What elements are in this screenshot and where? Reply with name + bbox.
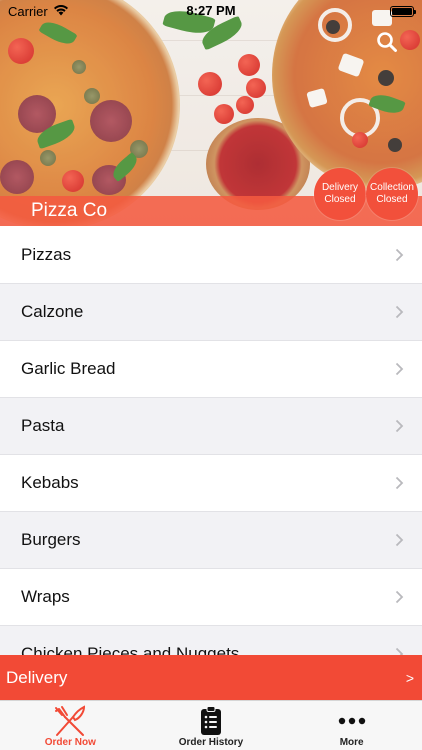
fork-knife-icon xyxy=(53,705,87,737)
category-row-wraps[interactable]: Wraps xyxy=(0,569,422,626)
collection-status-line2: Closed xyxy=(376,194,408,205)
delivery-status-badge: Delivery Closed xyxy=(314,168,366,220)
category-label: Wraps xyxy=(21,587,70,606)
collection-status-badge: Collection Closed xyxy=(366,168,418,220)
chevron-right-icon xyxy=(392,305,406,319)
tab-label: Order Now xyxy=(44,737,96,748)
restaurant-name: Pizza Co xyxy=(31,200,108,221)
clipboard-list-icon xyxy=(200,705,222,737)
wifi-icon xyxy=(53,4,69,19)
category-label: Pasta xyxy=(21,416,65,435)
chevron-right-icon xyxy=(392,590,406,604)
category-label: Pizzas xyxy=(21,245,72,264)
tab-order-now[interactable]: Order Now xyxy=(0,701,141,750)
more-dots-icon xyxy=(338,705,366,737)
category-row-kebabs[interactable]: Kebabs xyxy=(0,455,422,512)
chevron-right-icon xyxy=(392,419,406,433)
status-bar: Carrier xyxy=(0,0,422,22)
delivery-mode-bar[interactable]: Delivery > xyxy=(0,655,422,700)
carrier-label: Carrier xyxy=(8,3,48,19)
category-label: Chicken Pieces and Nuggets xyxy=(21,644,240,655)
category-label: Burgers xyxy=(21,530,81,549)
chevron-right-icon xyxy=(392,647,406,655)
collection-status-line1: Collection xyxy=(370,182,414,193)
category-label: Garlic Bread xyxy=(21,359,116,378)
delivery-status-line2: Closed xyxy=(324,194,356,205)
category-row-calzone[interactable]: Calzone xyxy=(0,284,422,341)
delivery-mode-label: Delivery xyxy=(6,667,68,687)
category-row-chicken-pieces[interactable]: Chicken Pieces and Nuggets xyxy=(0,626,422,655)
chevron-right-icon xyxy=(392,248,406,262)
chevron-right-icon xyxy=(392,533,406,547)
search-icon xyxy=(376,31,398,58)
chevron-right-icon xyxy=(392,362,406,376)
category-row-burgers[interactable]: Burgers xyxy=(0,512,422,569)
chevron-right-icon xyxy=(392,476,406,490)
search-button[interactable] xyxy=(373,30,401,58)
tab-more[interactable]: More xyxy=(281,701,422,750)
arrow-right-icon: > xyxy=(405,669,414,686)
tab-label: More xyxy=(339,737,364,748)
tab-order-history[interactable]: Order History xyxy=(141,701,282,750)
category-label: Kebabs xyxy=(21,473,79,492)
category-list: Pizzas Calzone Garlic Bread Pasta Kebabs… xyxy=(0,227,422,655)
category-label: Calzone xyxy=(21,302,84,321)
tab-bar: Order Now Order History More xyxy=(0,700,422,750)
category-row-pasta[interactable]: Pasta xyxy=(0,398,422,455)
battery-icon xyxy=(390,5,416,17)
tab-label: Order History xyxy=(178,737,244,748)
category-row-pizzas[interactable]: Pizzas xyxy=(0,227,422,284)
category-row-garlic-bread[interactable]: Garlic Bread xyxy=(0,341,422,398)
delivery-status-line1: Delivery xyxy=(321,182,359,193)
